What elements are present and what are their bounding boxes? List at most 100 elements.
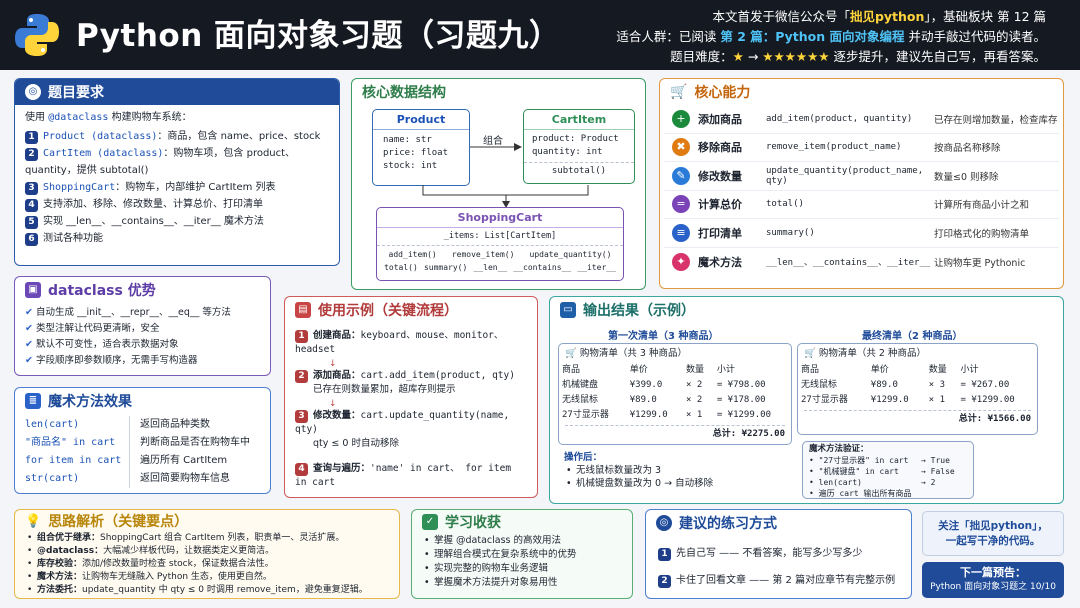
magic-desc: 返回简要购物车信息	[129, 470, 230, 488]
requirement-text: ：购物车，内部维护 CartItem 列表	[115, 182, 276, 193]
cart-small-icon: 🛒	[804, 348, 816, 359]
step-spacer	[295, 454, 527, 462]
requirement-item: 2 CartItem (dataclass)：购物车项，包含 product、qu…	[25, 145, 329, 179]
table-row: 机械键盘 ¥399.0 × 2 = ¥798.00	[559, 378, 791, 393]
cart-method: __iter__	[577, 263, 616, 272]
analysis-title: 思路解析（关键要点）	[48, 514, 189, 530]
capability-row: ✖ 移除商品 remove_item(product_name) 按商品名称移除	[664, 134, 1059, 162]
follow-box: 关注「拙见python」， 一起写干净的代码。	[922, 511, 1064, 556]
table-header-cell: 单价	[870, 365, 889, 375]
analysis-key: 方法委托：	[37, 585, 83, 595]
first-receipt: 🛒 购物清单（共 3 种商品） 商品 单价 数量 小计 机械键盘 ¥399.0 × 2 = ¥…	[558, 343, 792, 445]
practice-number: 2	[658, 575, 671, 588]
practice-panel: ◎ 建议的练习方式 1 先自己写 —— 不看答案，能写多少写多少 2 卡住了回看文章 —…	[645, 509, 912, 599]
product-field: price: float	[383, 148, 449, 158]
usage-step: 4 查询与遍历：'name' in cart、 for item in cart	[295, 462, 527, 490]
next-text: Python 面向对象习题之 10/10	[930, 582, 1056, 592]
verify-title: 魔术方法验证：	[809, 444, 869, 454]
target-icon: ◎	[25, 84, 41, 100]
ops-title: 操作后：	[564, 452, 603, 463]
shoppingcart-field: _items: List[CartItem]	[443, 231, 557, 241]
cartitem-class-box: CartItem product: Product quantity: int s…	[523, 109, 635, 184]
cartitem-fields: product: Product quantity: int	[524, 130, 634, 162]
step-extra: qty ≤ 0 时自动移除	[313, 438, 399, 449]
list-icon: ≡	[672, 223, 690, 242]
table-cell: ¥1299.0	[629, 410, 668, 420]
requirement-item: 1 Product (dataclass)：商品，包含 name、price、st…	[25, 128, 329, 145]
product-fields: name: str price: float stock: int	[373, 130, 469, 177]
verify-query: • "27寸显示器" in cart	[809, 456, 909, 465]
verify-query: • len(cart)	[809, 478, 862, 487]
usage-step: 1 创建商品：keyboard、mouse、monitor、headset	[295, 329, 527, 357]
header-line-3: 题目难度：★ → ★★★★★★ 逐步提升，建议先自己写，再看答案。	[670, 49, 1046, 64]
magic-row: len(cart) 返回商品种类数	[25, 416, 260, 434]
magic-panel: ≣ 魔术方法效果 len(cart) 返回商品种类数 "商品名" in cart 判断商…	[14, 387, 271, 494]
table-cell: = ¥798.00	[716, 380, 766, 390]
cart-method: total()	[384, 263, 418, 272]
final-total: 总计: ¥1566.00	[804, 410, 1031, 426]
harvest-item: 理解组合模式在复杂系统中的优势	[422, 548, 622, 562]
step-code: cart.add_item(product, qty)	[360, 370, 515, 381]
capability-method: add_item(product, quantity)	[766, 113, 913, 124]
table-cell: ¥399.0	[629, 380, 663, 390]
table-cell: 无线鼠标	[562, 395, 599, 405]
benefit-item: ✔ 字段顺序即参数顺序，无需手写构造器	[25, 353, 260, 369]
capability-method: remove_item(product_name)	[766, 142, 902, 153]
table-row: 27寸显示器 ¥1299.0 × 1 = ¥1299.00	[559, 408, 791, 423]
step-number: 2	[295, 370, 308, 383]
cart-method: __len__	[473, 263, 508, 272]
table-cell: ¥89.0	[629, 395, 657, 405]
table-header-cell: 小计	[960, 365, 979, 375]
requirement-text: 支持添加、移除、修改数量、计算总价、打印清单	[43, 199, 263, 210]
usage-title: 使用示例（关键流程）	[318, 303, 458, 319]
analysis-item: 魔术方法：让购物车无缝融入 Python 生态，使用更自然。	[25, 571, 389, 584]
checkbox-icon: ✓	[422, 514, 438, 530]
table-header-cell: 数量	[686, 365, 705, 375]
output-panel: ▭ 输出结果（示例） 第一次清单（3 种商品） 最终清单（2 种商品） 🛒 购物清…	[549, 296, 1064, 504]
table-cell: × 3	[928, 380, 946, 390]
capability-name: 移除商品	[698, 141, 742, 155]
verify-row: • "27寸显示器" in cart → True	[809, 455, 967, 466]
usage-panel: ▤ 使用示例（关键流程） 1 创建商品：keyboard、mouse、monitor…	[284, 296, 538, 498]
product-field: name: str	[383, 135, 432, 145]
verify-row: • 遍历 cart 输出所有商品	[809, 488, 967, 499]
verify-result: → 2	[921, 478, 936, 487]
harvest-panel: ✓ 学习收获 掌握 @dataclass 的高效用法理解组合模式在复杂系统中的优势…	[411, 509, 633, 599]
cart-icon: 🛒	[670, 84, 688, 100]
magic-expr: "商品名" in cart	[25, 437, 116, 448]
down-arrow-icon: ↓	[329, 399, 337, 409]
table-cell: 机械键盘	[562, 380, 599, 390]
table-header-cell: 单价	[629, 365, 648, 375]
capability-method: update_quantity(product_name, qty)	[766, 165, 924, 186]
requirement-number: 2	[25, 148, 38, 161]
shoppingcart-methods: add_item() remove_item() update_quantity()	[381, 248, 619, 261]
final-receipt: 🛒 购物清单（共 2 种商品） 商品 单价 数量 小计 无线鼠标 ¥89.0 × 3 = ¥2…	[797, 343, 1038, 435]
product-field: stock: int	[383, 161, 438, 171]
table-header-cell: 数量	[928, 365, 947, 375]
capability-desc: 数量≤0 则移除	[934, 171, 999, 183]
table-header-row: 商品 单价 数量 小计	[798, 363, 1037, 378]
shoppingcart-class-name: ShoppingCart	[377, 208, 623, 228]
table-cell: × 1	[928, 395, 946, 405]
check-icon: ✔	[25, 339, 36, 350]
capability-desc: 打印格式化的购物清单	[934, 228, 1030, 240]
requirements-title: 题目要求	[48, 85, 104, 101]
table-cell: × 2	[686, 380, 703, 390]
benefit-text: 自动生成 __init__、__repr__、__eq__ 等方法	[35, 307, 231, 318]
magic-expr: str(cart)	[25, 473, 80, 484]
requirement-item: 4 支持添加、移除、修改数量、计算总价、打印清单	[25, 196, 329, 213]
requirement-text: 测试各种功能	[43, 233, 103, 244]
magic-desc: 返回商品种类数	[129, 416, 210, 434]
analysis-list: 组合优于继承：ShoppingCart 组合 CartItem 列表，职责单一、…	[15, 532, 399, 597]
requirements-list: 1 Product (dataclass)：商品，包含 name、price、st…	[25, 128, 329, 247]
harvest-item: 实现完整的购物车业务逻辑	[422, 562, 622, 576]
analysis-key: @dataclass：	[37, 546, 104, 556]
cart-small-icon: 🛒	[565, 348, 577, 359]
table-cell: 无线鼠标	[801, 380, 838, 390]
requirement-item: 6 测试各种功能	[25, 230, 329, 247]
final-caption: 最终清单（2 种商品）	[862, 331, 963, 342]
first-receipt-head: 购物清单（共 3 种商品）	[579, 348, 687, 359]
dataclass-panel: ▣ dataclass 优势 ✔ 自动生成 __init__、__repr__、_…	[14, 276, 271, 376]
capability-method: __len__、__contains__、__iter__	[766, 258, 931, 269]
benefit-text: 字段顺序即参数顺序，无需手写构造器	[35, 355, 198, 366]
